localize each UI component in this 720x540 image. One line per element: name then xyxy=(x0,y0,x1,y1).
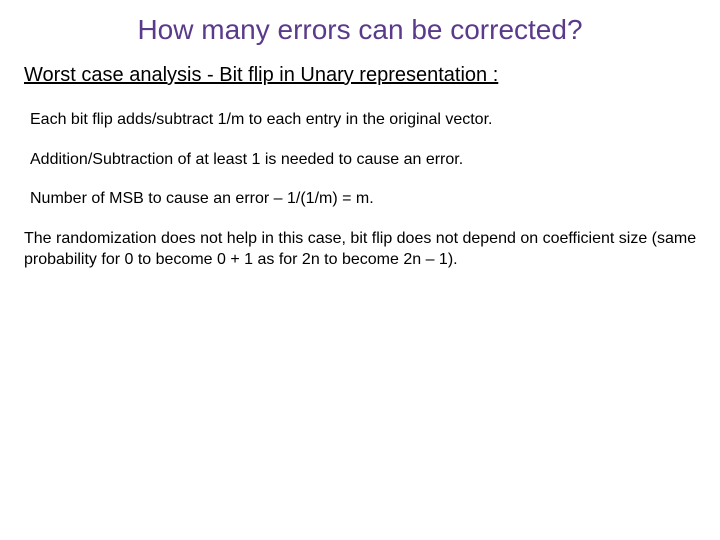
paragraph-2: Addition/Subtraction of at least 1 is ne… xyxy=(30,149,700,171)
paragraph-4: The randomization does not help in this … xyxy=(24,228,700,271)
slide: How many errors can be corrected? Worst … xyxy=(0,0,720,540)
slide-title: How many errors can be corrected? xyxy=(0,0,720,46)
paragraph-1: Each bit flip adds/subtract 1/m to each … xyxy=(30,109,700,131)
slide-subtitle: Worst case analysis - Bit flip in Unary … xyxy=(0,64,720,87)
slide-body: Each bit flip adds/subtract 1/m to each … xyxy=(0,109,720,271)
paragraph-3: Number of MSB to cause an error – 1/(1/m… xyxy=(30,188,700,210)
